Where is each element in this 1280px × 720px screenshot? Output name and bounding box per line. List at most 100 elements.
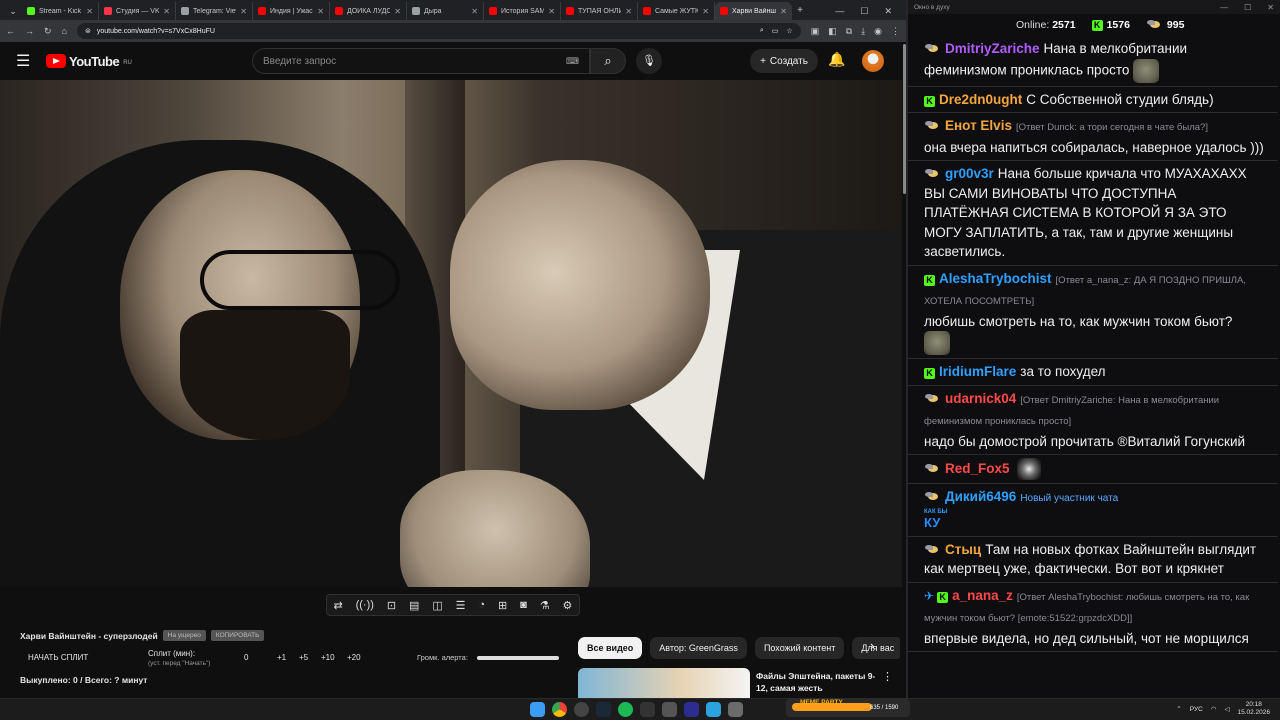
spotify-icon[interactable] xyxy=(618,702,633,717)
chip-author[interactable]: Автор: GreenGrass xyxy=(650,637,747,659)
tab-search-icon[interactable]: ⌄ xyxy=(4,2,22,20)
tab-close-icon[interactable]: ✕ xyxy=(317,7,324,16)
browser-tab[interactable]: История SAMSU ✕ xyxy=(484,2,561,20)
extension-icon[interactable]: ◧ xyxy=(828,26,837,37)
browser-tab[interactable]: ТУПАЯ ОНЛИ ✕ xyxy=(561,2,638,20)
browser-tab[interactable]: ДОЙКА ЛУДОМА ✕ xyxy=(330,2,407,20)
voice-search-button[interactable]: 🎙 xyxy=(636,48,662,74)
chat-username[interactable]: AleshaTrybochist xyxy=(939,271,1052,286)
flask-icon[interactable]: ⚗ xyxy=(540,599,550,612)
chat-username[interactable]: a_nana_z xyxy=(952,588,1013,603)
audio-wave-icon[interactable]: ((·)) xyxy=(356,599,374,611)
recommended-video[interactable]: Файлы Эпштейна, пакеты 9-12, самая жесть… xyxy=(578,668,900,698)
back-icon[interactable]: ← xyxy=(6,26,15,36)
hamburger-menu-icon[interactable]: ☰ xyxy=(16,51,36,71)
app-icon[interactable] xyxy=(662,702,677,717)
start-split-button[interactable]: НАЧАТЬ СПЛИТ xyxy=(28,653,88,662)
home-icon[interactable]: ⌂ xyxy=(62,26,67,36)
browser-tab[interactable]: Индия | Ужасны ✕ xyxy=(253,2,330,20)
gear-icon[interactable]: ⚙ xyxy=(563,599,573,612)
chat-username[interactable]: Дикий6496 xyxy=(945,489,1016,504)
chevron-up-icon[interactable]: ⌃ xyxy=(1176,705,1181,713)
browser-tab[interactable]: Дыра ✕ xyxy=(407,2,484,20)
copy-button[interactable]: КОПИРОВАТЬ xyxy=(210,630,265,641)
dog-emote[interactable] xyxy=(1017,458,1042,480)
chevron-right-icon[interactable]: › xyxy=(870,638,874,653)
notifications-bell-icon[interactable]: 🔔 xyxy=(828,51,845,68)
reload-icon[interactable]: ↻ xyxy=(44,26,52,37)
new-tab-button[interactable]: + xyxy=(792,2,808,20)
browser-tab[interactable]: Stream - Kick D ✕ xyxy=(22,2,99,20)
chat-username[interactable]: Dre2dn0ught xyxy=(939,92,1022,107)
speaker-icon[interactable]: ◁ xyxy=(1224,705,1229,713)
tab-close-icon[interactable]: ✕ xyxy=(702,7,709,16)
camera-icon[interactable]: ◙ xyxy=(520,599,527,611)
reply-reference[interactable]: [Ответ Dunck: а тори сегодня в чате была… xyxy=(1016,122,1208,133)
browser-tab[interactable]: Харви Вайнш ✕ xyxy=(715,2,792,20)
browser-tab[interactable]: Самые ЖУТКИЕ ✕ xyxy=(638,2,715,20)
extensions-puzzle-icon[interactable]: ⧉ xyxy=(846,26,852,37)
chat-username[interactable]: gr00v3r xyxy=(945,166,994,181)
app-icon[interactable] xyxy=(640,702,655,717)
add-10-button[interactable]: +10 xyxy=(321,653,347,662)
avatar[interactable] xyxy=(862,50,884,72)
film-icon[interactable]: ▤ xyxy=(409,599,419,612)
tab-close-icon[interactable]: ✕ xyxy=(780,7,787,16)
tab-close-icon[interactable]: ✕ xyxy=(471,7,478,16)
meme-party-widget[interactable]: MEME PARTY 635 / 1590 xyxy=(786,699,910,717)
subtitles-icon[interactable]: ☰ xyxy=(456,599,466,612)
chat-username[interactable]: DmitriyZariche xyxy=(945,41,1040,56)
tab-close-icon[interactable]: ✕ xyxy=(625,7,632,16)
forward-icon[interactable]: → xyxy=(25,26,34,36)
cast-icon[interactable]: ▭ xyxy=(772,27,779,35)
tab-close-icon[interactable]: ✕ xyxy=(548,7,555,16)
chip-related[interactable]: Похожий контент xyxy=(754,637,845,659)
chip-all-videos[interactable]: Все видео xyxy=(578,637,643,659)
more-options-icon[interactable]: ⋮ xyxy=(882,670,893,683)
obs-icon[interactable] xyxy=(574,702,589,717)
status-pill[interactable]: На ущерео xyxy=(162,630,206,641)
address-bar[interactable]: ⊜ youtube.com/watch?v=s7VxCx8HuFU ⌕ ▭ ☆ xyxy=(76,23,801,39)
chat-username[interactable]: Red_Fox5 xyxy=(945,461,1010,476)
add-20-button[interactable]: +20 xyxy=(347,653,373,662)
minimize-icon[interactable]: — xyxy=(835,6,844,16)
extension-icon[interactable]: ▣ xyxy=(811,26,820,37)
wifi-icon[interactable]: ◠ xyxy=(1211,705,1217,713)
chat-username[interactable]: IridiumFlare xyxy=(939,364,1016,379)
browser-tab[interactable]: Telegram: View ✕ xyxy=(176,2,253,20)
create-button[interactable]: + Создать xyxy=(750,49,818,73)
chat-username[interactable]: Енот Elvis xyxy=(945,118,1012,133)
maximize-icon[interactable]: ☐ xyxy=(1244,3,1251,12)
video-thumbnail[interactable] xyxy=(578,668,750,698)
zoom-icon[interactable]: ⌕ xyxy=(760,27,764,35)
tab-close-icon[interactable]: ✕ xyxy=(86,7,93,16)
profile-icon[interactable]: ◉ xyxy=(874,26,882,37)
tab-close-icon[interactable]: ✕ xyxy=(240,7,247,16)
chat-username[interactable]: udarnick04 xyxy=(945,391,1016,406)
steam-icon[interactable] xyxy=(596,702,611,717)
frog-emote[interactable] xyxy=(1133,58,1160,83)
bookmark-star-icon[interactable]: ☆ xyxy=(786,27,792,35)
tab-close-icon[interactable]: ✕ xyxy=(394,7,401,16)
telegram-icon[interactable] xyxy=(706,702,721,717)
search-input[interactable]: Введите запрос ⌨ xyxy=(252,48,590,74)
browser-tab[interactable]: Студия — VK Ви✕ xyxy=(99,2,176,20)
add-clip-icon[interactable]: ⊞ xyxy=(498,599,507,612)
close-window-icon[interactable]: ✕ xyxy=(884,6,892,17)
menu-dots-icon[interactable]: ⋮ xyxy=(891,26,900,37)
video-player[interactable] xyxy=(0,80,902,587)
clock[interactable]: 20:18 15.02.2026 xyxy=(1237,701,1270,717)
language-indicator[interactable]: РУС xyxy=(1190,706,1203,713)
loop-icon[interactable]: ⇄ xyxy=(333,599,342,612)
close-icon[interactable]: ✕ xyxy=(1267,3,1274,12)
download-icon[interactable]: ⤓ xyxy=(861,26,865,37)
minimize-icon[interactable]: — xyxy=(1220,3,1228,12)
chat-username[interactable]: Стыц xyxy=(945,542,981,557)
start-windows-icon[interactable] xyxy=(530,702,545,717)
alert-volume-slider[interactable] xyxy=(477,656,559,660)
kakby-emote[interactable]: КАК БЫ КУ xyxy=(924,509,948,533)
maximize-icon[interactable]: ☐ xyxy=(860,6,868,17)
keyboard-icon[interactable]: ⌨ xyxy=(566,56,579,67)
app-icon[interactable] xyxy=(728,702,743,717)
chip-for-you[interactable]: Для вас xyxy=(852,637,900,659)
